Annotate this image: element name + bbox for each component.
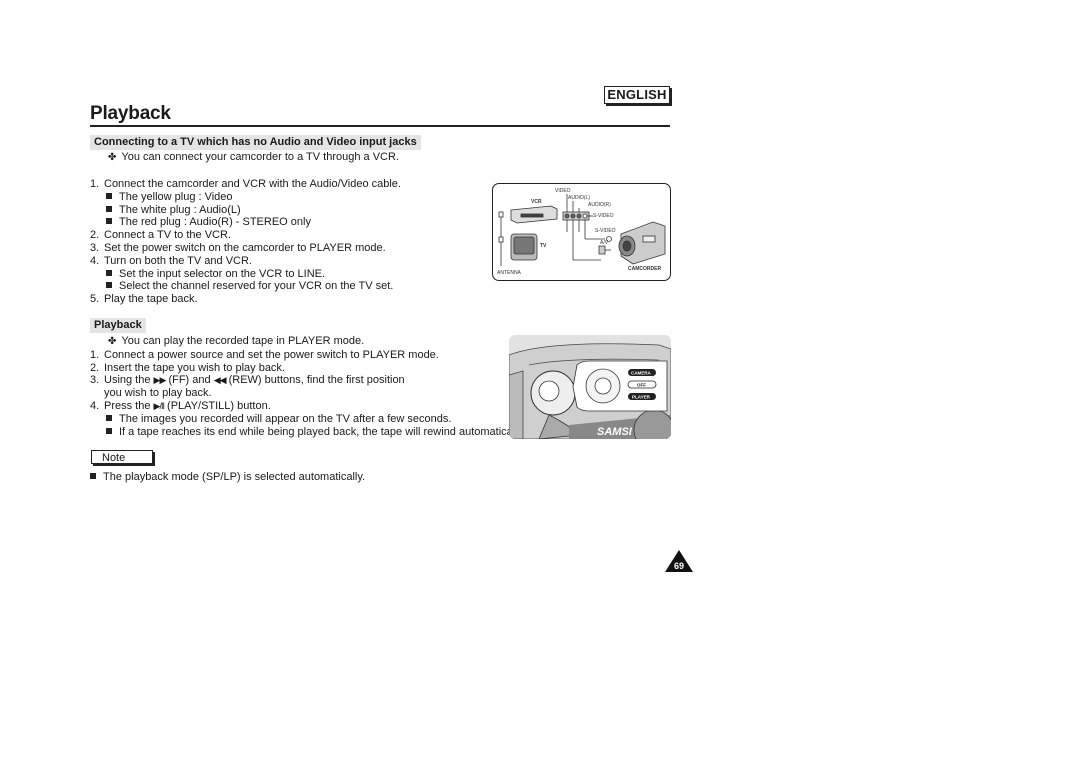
intro-text: You can connect your camcorder to a TV t…: [121, 151, 399, 163]
step-bullet: The images you recorded will appear on t…: [90, 413, 525, 426]
step-item: 2. Insert the tape you wish to play back.: [90, 361, 285, 374]
label-off: OFF: [637, 383, 646, 388]
play-still-icon: ▶/II: [153, 400, 165, 411]
brand-text: SAMSI: [597, 426, 633, 438]
step-bullet: Set the input selector on the VCR to LIN…: [90, 268, 401, 281]
triangle-icon: 69: [665, 550, 693, 572]
label-s-video-2: S-VIDEO: [595, 228, 616, 234]
label-player: PLAYER: [632, 395, 651, 400]
rewind-icon: ◀◀: [213, 375, 227, 386]
step-continuation: you wish to play back.: [104, 387, 212, 400]
camcorder-icon: [618, 221, 666, 265]
vcr-icon: [510, 205, 558, 224]
page-number: 69: [674, 561, 684, 571]
note-item: The playback mode (SP/LP) is selected au…: [90, 471, 365, 484]
label-video: VIDEO: [555, 188, 571, 194]
camcorder-dial-illustration: SAMSI CAMERA OFF PLAYER: [509, 335, 671, 439]
square-bullet-icon: [106, 269, 112, 276]
square-bullet-icon: [106, 282, 112, 289]
step-bullet: Select the channel reserved for your VCR…: [90, 280, 401, 293]
step-item: 2. Connect a TV to the VCR.: [90, 229, 231, 242]
section-heading-playback: Playback: [90, 318, 146, 333]
step-bullet: The red plug : Audio(R) - STEREO only: [90, 216, 401, 229]
page-title: Playback: [90, 103, 171, 124]
square-bullet-icon: [106, 192, 112, 199]
label-tv: TV: [540, 243, 547, 249]
square-bullet-icon: [106, 427, 112, 434]
step-item: 1. Connect the camcorder and VCR with the…: [90, 178, 401, 190]
label-antenna: ANTENNA: [497, 270, 522, 276]
fast-forward-icon: ▶▶: [153, 375, 167, 386]
step-bullet: The white plug : Audio(L): [90, 204, 401, 217]
label-audio-l: AUDIO(L): [568, 195, 590, 201]
step-bullet: If a tape reaches its end while being pl…: [90, 426, 525, 439]
step-item: 3. Using the ▶▶ (FF) and ◀◀ (REW) buttons…: [90, 374, 405, 387]
connect-steps-list: 1. Connect the camcorder and VCR with the…: [90, 178, 401, 306]
language-badge: ENGLISH: [604, 86, 670, 104]
tv-icon: [510, 233, 538, 261]
label-vcr: VCR: [531, 199, 542, 205]
step-item: 1. Connect a power source and set the pow…: [90, 348, 439, 361]
label-audio-r: AUDIO(R): [588, 202, 611, 208]
label-s-video: S-VIDEO: [593, 213, 614, 219]
playback-steps-list: ✤ You can play the recorded tape in PLAYE…: [90, 335, 526, 439]
section-heading-connect-tv: Connecting to a TV which has no Audio an…: [90, 135, 421, 150]
vcr-connection-diagram: VIDEO AUDIO(L) AUDIO(R) S-VIDEO S-VIDEO …: [492, 183, 671, 281]
step-item: 3. Set the power switch on the camcorder …: [90, 241, 386, 254]
connection-illustration: VIDEO AUDIO(L) AUDIO(R) S-VIDEO S-VIDEO …: [497, 188, 666, 276]
label-camcorder: CAMCORDER: [628, 266, 661, 272]
power-switch-illustration: SAMSI CAMERA OFF PLAYER: [509, 335, 671, 439]
page-number-badge: 69: [665, 550, 693, 572]
note-label: Note: [91, 450, 153, 464]
diamond-bullet-icon: ✤: [108, 336, 117, 347]
step-item: 4. Turn on both the TV and VCR.: [90, 254, 252, 267]
step-item: 4. Press the ▶/II (PLAY/STILL) button.: [90, 399, 271, 412]
diamond-bullet-icon: ✤: [108, 152, 117, 163]
square-bullet-icon: [90, 473, 96, 479]
square-bullet-icon: [106, 205, 112, 212]
square-bullet-icon: [106, 218, 112, 225]
label-camera: CAMERA: [631, 371, 651, 376]
connect-intro: ✤ You can connect your camcorder to a TV …: [90, 151, 399, 165]
antenna-cable: [498, 211, 504, 266]
square-bullet-icon: [106, 414, 112, 421]
title-divider: [90, 125, 670, 127]
step-bullet: The yellow plug : Video: [90, 191, 401, 204]
step-item: 5. Play the tape back.: [90, 293, 198, 306]
